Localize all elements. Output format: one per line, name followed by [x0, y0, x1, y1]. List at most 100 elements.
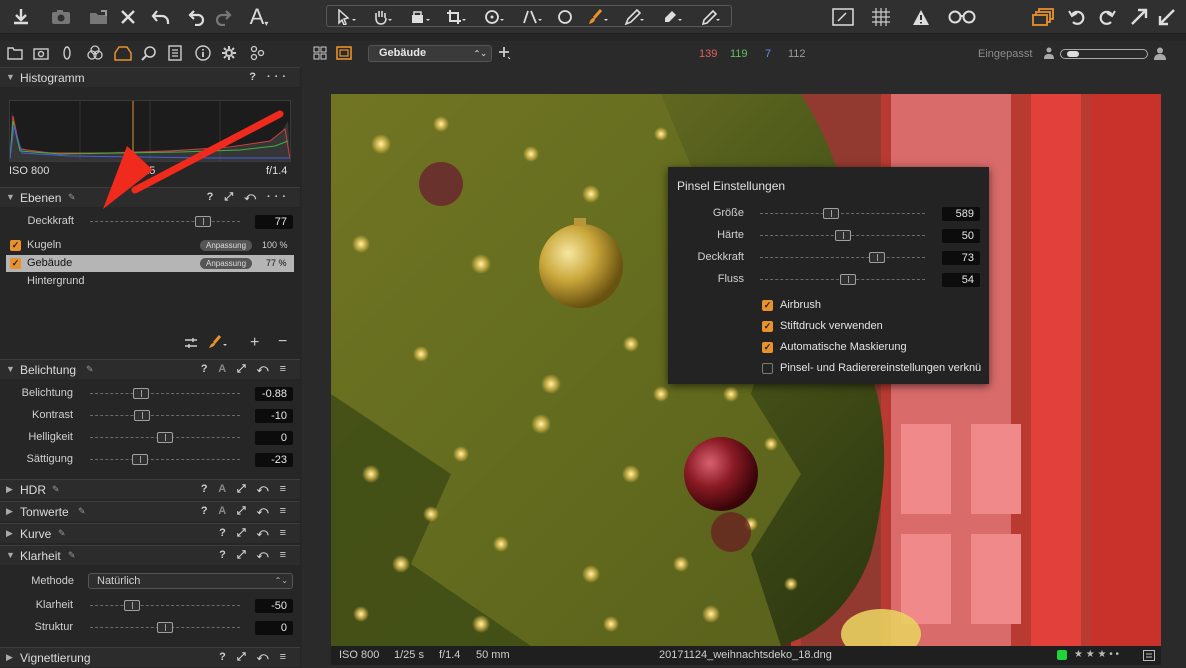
header-actions[interactable]: ? A ⤢ ↶ ≡	[201, 483, 290, 496]
slider-knob[interactable]	[132, 454, 148, 465]
collapse-icon[interactable]	[1154, 4, 1180, 30]
layer-settings-icon[interactable]	[184, 337, 198, 349]
expand-arrow-icon[interactable]: ▼	[6, 550, 15, 560]
header-actions[interactable]: ? ⤢ ↶ ≡	[219, 527, 290, 540]
info-tab-icon[interactable]	[194, 44, 212, 62]
header-actions[interactable]: ? A ⤢ ↶ ≡	[201, 505, 290, 518]
histogram-header[interactable]: ▼ Histogramm ? ···	[0, 67, 300, 87]
redo-step-icon[interactable]	[210, 4, 236, 30]
levels-header[interactable]: ▶ Tonwerte ✎ ? A ⤢ ↶ ≡	[0, 501, 300, 521]
slider-value[interactable]: -23	[255, 453, 293, 467]
option-checkbox[interactable]: ✓	[762, 300, 773, 311]
undo-icon[interactable]	[148, 4, 174, 30]
glasses-icon[interactable]	[946, 4, 978, 30]
layer-select[interactable]: Gebäude ⌃⌄	[368, 45, 492, 62]
slider-knob[interactable]	[157, 432, 173, 443]
batch-tab-icon[interactable]	[248, 44, 266, 62]
grid-view-icon[interactable]	[311, 44, 329, 62]
zoom-slider[interactable]	[1060, 49, 1148, 59]
hand-icon[interactable]	[370, 4, 396, 30]
expand-arrow-icon[interactable]: ▼	[6, 72, 15, 82]
value-slider[interactable]	[90, 388, 240, 399]
slider-value[interactable]: 50	[942, 229, 980, 243]
slider-knob[interactable]	[134, 410, 150, 421]
export-icon[interactable]	[86, 4, 112, 30]
brush-layer-icon[interactable]	[208, 335, 230, 349]
edit-icon[interactable]	[830, 4, 856, 30]
slider-value[interactable]: 0	[255, 621, 293, 635]
straighten-icon[interactable]	[520, 4, 546, 30]
color-tag[interactable]	[1057, 650, 1067, 660]
value-slider[interactable]	[760, 252, 925, 263]
layer-row[interactable]: ✓ Kugeln Anpassung 100 %	[6, 237, 294, 254]
exposure-header[interactable]: ▼ Belichtung ✎ ? A ⤢ ↶ ≡	[0, 359, 300, 379]
layer-checkbox[interactable]: ✓	[10, 258, 21, 269]
value-slider[interactable]	[760, 208, 925, 219]
collapsed-arrow-icon[interactable]: ▶	[6, 484, 13, 495]
warning-icon[interactable]	[908, 4, 934, 30]
picker-icon[interactable]	[622, 4, 648, 30]
opacity-slider[interactable]	[90, 216, 240, 227]
expand-arrow-icon[interactable]: ▼	[6, 192, 15, 202]
layer-checkbox[interactable]: ✓	[10, 240, 21, 251]
slider-value[interactable]: 54	[942, 273, 980, 287]
add-layer-icon[interactable]: +	[250, 334, 259, 352]
crop-box-icon[interactable]	[408, 4, 434, 30]
add-layer-icon[interactable]	[496, 44, 514, 62]
grid-icon[interactable]	[868, 4, 894, 30]
value-slider[interactable]	[760, 274, 925, 285]
eraser-icon[interactable]	[660, 4, 686, 30]
layer-row-selected[interactable]: ✓ Gebäude Anpassung 77 %	[6, 255, 294, 272]
pen-icon[interactable]	[698, 4, 724, 30]
expand-arrow-icon[interactable]: ▼	[6, 364, 15, 374]
rating-stars[interactable]: ★ ★ ★ • •	[1074, 649, 1119, 660]
slider-value[interactable]: -50	[255, 599, 293, 613]
option-checkbox[interactable]: ✓	[762, 321, 773, 332]
rotate-right-icon[interactable]	[1094, 4, 1120, 30]
value-slider[interactable]	[90, 622, 240, 633]
circle-icon[interactable]	[552, 4, 578, 30]
lens-tab-icon[interactable]	[58, 44, 76, 62]
info-list-icon[interactable]	[1143, 650, 1155, 661]
vignetting-header[interactable]: ▶ Vignettierung ? ⤢ ↶ ≡	[0, 647, 300, 667]
slider-knob[interactable]	[133, 388, 149, 399]
option-checkbox[interactable]: ✓	[762, 342, 773, 353]
clarity-header[interactable]: ▼ Klarheit ✎ ? ⤢ ↶ ≡	[0, 545, 300, 565]
single-view-icon[interactable]	[335, 44, 353, 62]
capture-tab-icon[interactable]	[32, 44, 50, 62]
settings-tab-icon[interactable]	[220, 44, 238, 62]
slider-knob[interactable]	[124, 600, 140, 611]
header-actions[interactable]: ? A ⤢ ↶ ≡	[201, 363, 290, 376]
slider-knob[interactable]	[157, 622, 173, 633]
camera-icon[interactable]	[48, 4, 74, 30]
slider-value[interactable]: -0.88	[255, 387, 293, 401]
brush-icon[interactable]	[586, 4, 612, 30]
value-slider[interactable]	[760, 230, 925, 241]
remove-layer-icon[interactable]: −	[278, 333, 287, 351]
header-actions[interactable]: ? ⤢ ↶ ≡	[219, 549, 290, 562]
slider-knob[interactable]	[840, 274, 856, 285]
value-slider[interactable]	[90, 432, 240, 443]
value-slider[interactable]	[90, 410, 240, 421]
help-icon[interactable]: ?	[249, 71, 260, 83]
layer-row[interactable]: Hintergrund	[6, 273, 294, 290]
collapsed-arrow-icon[interactable]: ▶	[6, 528, 13, 539]
slider-value[interactable]: 73	[942, 251, 980, 265]
slider-knob[interactable]	[823, 208, 839, 219]
slider-value[interactable]: 589	[942, 207, 980, 221]
method-select[interactable]: Natürlich ⌃⌄	[88, 573, 293, 589]
expand-icon[interactable]	[1126, 4, 1152, 30]
slider-knob[interactable]	[835, 230, 851, 241]
library-tab-icon[interactable]	[6, 44, 24, 62]
exposure-tab-icon[interactable]	[114, 44, 132, 62]
slider-knob[interactable]	[869, 252, 885, 263]
zoom-slider-knob[interactable]	[1067, 51, 1079, 57]
metadata-tab-icon[interactable]	[166, 44, 184, 62]
text-icon[interactable]: A ▾	[246, 4, 272, 30]
collapsed-arrow-icon[interactable]: ▶	[6, 506, 13, 517]
undo-step-icon[interactable]	[184, 4, 210, 30]
details-tab-icon[interactable]	[140, 44, 158, 62]
option-checkbox[interactable]	[762, 363, 773, 374]
slider-value[interactable]: 0	[255, 431, 293, 445]
curve-header[interactable]: ▶ Kurve ✎ ? ⤢ ↶ ≡	[0, 523, 300, 543]
